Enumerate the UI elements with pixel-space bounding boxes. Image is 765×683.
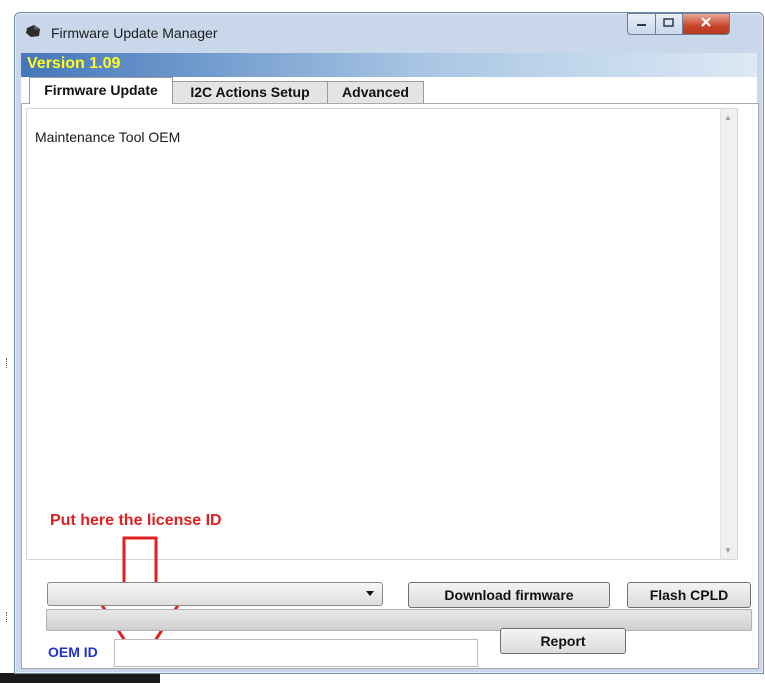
minimize-icon — [636, 15, 648, 33]
oem-id-label: OEM ID — [48, 644, 98, 660]
app-icon — [25, 24, 41, 38]
tab-strip: Firmware Update I2C Actions Setup Advanc… — [21, 77, 757, 104]
log-text: Maintenance Tool OEM — [35, 129, 181, 145]
oem-id-input[interactable] — [114, 639, 478, 667]
report-button[interactable]: Report — [500, 628, 626, 654]
firmware-update-window: Firmware Update Manager Version 1.09 Fir… — [14, 12, 764, 674]
titlebar[interactable]: Firmware Update Manager — [15, 13, 763, 51]
scroll-up-icon[interactable]: ▲ — [724, 113, 732, 122]
tab-advanced[interactable]: Advanced — [327, 81, 424, 103]
close-icon — [700, 15, 712, 33]
window-title: Firmware Update Manager — [51, 25, 218, 41]
edge-mark — [6, 358, 10, 368]
firmware-select[interactable] — [47, 582, 383, 606]
taskbar-edge — [0, 673, 765, 683]
log-textarea[interactable]: Maintenance Tool OEM ▲ ▼ — [26, 108, 738, 560]
minimize-button[interactable] — [627, 13, 656, 35]
edge-mark — [6, 612, 10, 622]
chevron-down-icon — [366, 591, 374, 596]
flash-cpld-button[interactable]: Flash CPLD — [627, 582, 751, 608]
maximize-button[interactable] — [655, 13, 683, 35]
annotation-text: Put here the license ID — [50, 512, 222, 529]
log-scrollbar[interactable]: ▲ ▼ — [720, 109, 737, 559]
taskbar-dark — [0, 673, 160, 683]
maximize-icon — [663, 15, 675, 33]
scroll-down-icon[interactable]: ▼ — [724, 546, 732, 555]
tab-i2c-actions-setup[interactable]: I2C Actions Setup — [172, 81, 328, 103]
version-label: Version 1.09 — [27, 55, 121, 72]
firmware-update-panel: Maintenance Tool OEM ▲ ▼ Put here the li… — [21, 103, 759, 669]
tab-firmware-update[interactable]: Firmware Update — [29, 77, 173, 104]
progress-bar — [46, 609, 752, 631]
download-firmware-button[interactable]: Download firmware — [408, 582, 610, 608]
close-button[interactable] — [682, 13, 730, 35]
version-banner: Version 1.09 — [21, 53, 757, 77]
background-edge — [0, 0, 12, 683]
